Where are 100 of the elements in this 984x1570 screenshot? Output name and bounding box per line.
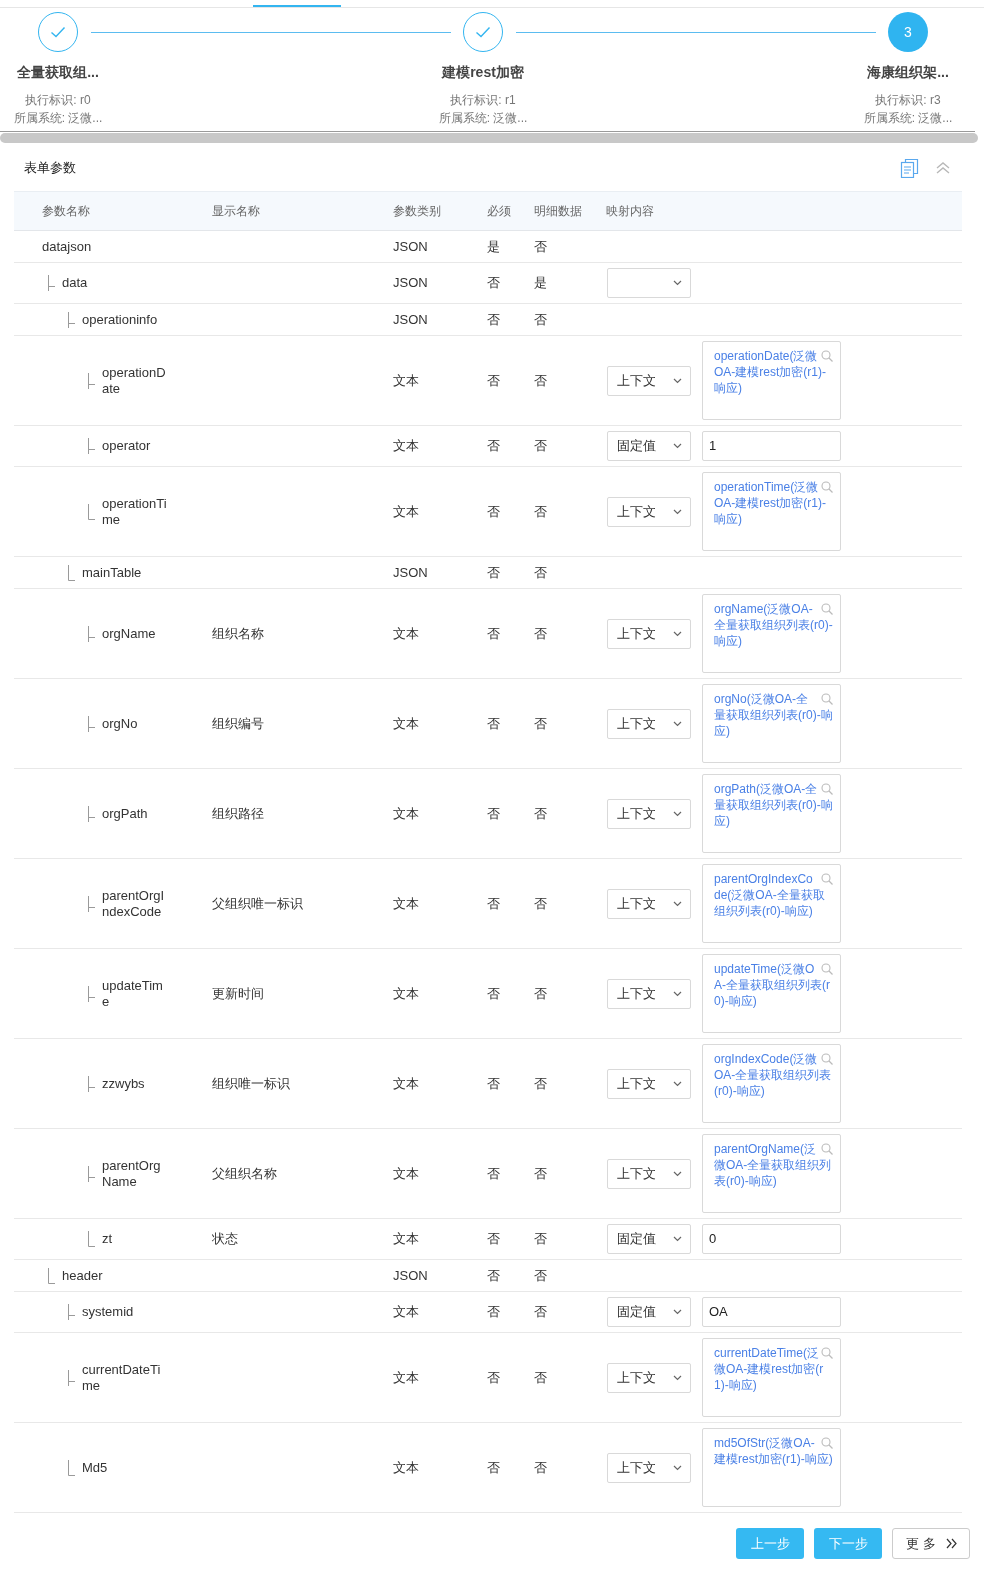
required-text: 否 bbox=[487, 275, 500, 291]
step-title: 建模rest加密 bbox=[442, 63, 524, 82]
detail-data-text: 否 bbox=[534, 372, 547, 389]
source-select[interactable] bbox=[607, 268, 691, 298]
source-select[interactable]: 上下文 bbox=[607, 1362, 691, 1393]
tree-line-icon bbox=[88, 1165, 96, 1182]
search-icon[interactable] bbox=[821, 481, 833, 493]
param-name: zt bbox=[102, 1231, 114, 1247]
param-name: parentOrgIndexCode bbox=[102, 887, 166, 920]
param-type: 文本 bbox=[393, 1304, 419, 1320]
mapping-value-field[interactable]: operationTime(泛微OA-建模rest加密(r1)-响应) bbox=[702, 472, 841, 551]
horizontal-scrollbar[interactable] bbox=[0, 133, 978, 143]
search-icon[interactable] bbox=[821, 603, 833, 615]
caret-icon bbox=[673, 1236, 682, 1242]
param-name: systemid bbox=[82, 1304, 135, 1320]
caret-icon bbox=[673, 810, 682, 817]
mapping-value-field[interactable]: orgNo(泛微OA-全量获取组织列表(r0)-响应) bbox=[702, 684, 841, 763]
required-text: 否 bbox=[487, 372, 500, 389]
source-select[interactable]: 上下文 bbox=[607, 888, 691, 919]
mapping-value-field[interactable]: orgIndexCode(泛微OA-全量获取组织列表(r0)-响应) bbox=[702, 1044, 841, 1123]
mapping-value-field[interactable]: parentOrgIndexCode(泛微OA-全量获取组织列表(r0)-响应) bbox=[702, 864, 841, 943]
mapping-value-field[interactable]: parentOrgName(泛微OA-全量获取组织列表(r0)-响应) bbox=[702, 1134, 841, 1213]
detail-data-text: 否 bbox=[534, 1459, 547, 1476]
caret-icon bbox=[673, 1170, 682, 1177]
tree-line-icon bbox=[48, 275, 56, 291]
caret-icon bbox=[673, 630, 682, 637]
source-select[interactable]: 上下文 bbox=[607, 978, 691, 1009]
caret-icon bbox=[673, 1309, 682, 1315]
value-input[interactable]: OA bbox=[702, 1297, 841, 1327]
param-name: Md5 bbox=[82, 1459, 109, 1476]
search-icon[interactable] bbox=[821, 1053, 833, 1065]
search-icon[interactable] bbox=[821, 783, 833, 795]
param-type: JSON bbox=[393, 311, 428, 328]
system-label: 所属系统: 泛微... bbox=[438, 110, 528, 127]
caret-icon bbox=[673, 900, 682, 907]
value-input[interactable]: 1 bbox=[702, 431, 841, 461]
required-text: 是 bbox=[487, 238, 500, 255]
required-text: 否 bbox=[487, 625, 500, 642]
detail-data-text: 否 bbox=[534, 1267, 547, 1284]
param-name: operationinfo bbox=[82, 311, 159, 328]
source-select[interactable]: 上下文 bbox=[607, 365, 691, 396]
source-select[interactable]: 固定值 bbox=[607, 1224, 691, 1254]
source-select[interactable]: 上下文 bbox=[607, 1452, 691, 1483]
value-input[interactable]: 0 bbox=[702, 1224, 841, 1254]
detail-data-text: 否 bbox=[534, 503, 547, 520]
tree-line-icon bbox=[88, 438, 96, 454]
param-name: orgPath bbox=[102, 805, 149, 822]
step-title: 全量获取组... bbox=[17, 63, 99, 82]
column-header: 必须 bbox=[487, 202, 511, 220]
double-chevron-right-icon bbox=[945, 1538, 957, 1549]
required-text: 否 bbox=[487, 715, 500, 732]
caret-icon bbox=[673, 508, 682, 515]
display-name: 组织编号 bbox=[212, 715, 264, 732]
more-button[interactable]: 更多 bbox=[892, 1528, 970, 1559]
mapping-value-field[interactable]: orgName(泛微OA-全量获取组织列表(r0)-响应) bbox=[702, 594, 841, 673]
search-icon[interactable] bbox=[821, 1437, 833, 1449]
param-type: 文本 bbox=[393, 1369, 419, 1386]
mapping-value-field[interactable]: orgPath(泛微OA-全量获取组织列表(r0)-响应) bbox=[702, 774, 841, 853]
caret-icon bbox=[673, 443, 682, 449]
step-number-circle: 3 bbox=[888, 12, 928, 52]
param-name: operator bbox=[102, 438, 152, 454]
tree-line-icon bbox=[88, 985, 96, 1002]
param-name: orgNo bbox=[102, 715, 139, 732]
detail-data-text: 否 bbox=[534, 1304, 547, 1320]
tree-line-icon bbox=[88, 805, 96, 822]
source-select[interactable]: 固定值 bbox=[607, 1297, 691, 1327]
param-name: mainTable bbox=[82, 564, 143, 581]
source-select[interactable]: 上下文 bbox=[607, 496, 691, 527]
search-icon[interactable] bbox=[821, 1347, 833, 1359]
detail-data-text: 否 bbox=[534, 625, 547, 642]
source-select[interactable]: 上下文 bbox=[607, 618, 691, 649]
mapping-value-field[interactable]: operationDate(泛微OA-建模rest加密(r1)-响应) bbox=[702, 341, 841, 420]
search-icon[interactable] bbox=[821, 873, 833, 885]
required-text: 否 bbox=[487, 1304, 500, 1320]
required-text: 否 bbox=[487, 1165, 500, 1182]
copy-icon[interactable] bbox=[900, 158, 919, 178]
double-chevron-up-icon[interactable] bbox=[936, 162, 950, 174]
mapping-value-field[interactable]: currentDateTime(泛微OA-建模rest加密(r1)-响应) bbox=[702, 1338, 841, 1417]
source-select[interactable]: 上下文 bbox=[607, 1158, 691, 1189]
caret-icon bbox=[673, 1080, 682, 1087]
source-select[interactable]: 固定值 bbox=[607, 431, 691, 461]
source-select[interactable]: 上下文 bbox=[607, 1068, 691, 1099]
tree-line-icon bbox=[68, 564, 76, 581]
source-select[interactable]: 上下文 bbox=[607, 708, 691, 739]
mapping-value-field[interactable]: updateTime(泛微OA-全量获取组织列表(r0)-响应) bbox=[702, 954, 841, 1033]
step-title: 海康组织架... bbox=[867, 63, 949, 82]
search-icon[interactable] bbox=[821, 350, 833, 362]
detail-data-text: 否 bbox=[534, 715, 547, 732]
mapping-value-field[interactable]: md5OfStr(泛微OA-建模rest加密(r1)-响应) bbox=[702, 1428, 841, 1507]
source-select[interactable]: 上下文 bbox=[607, 798, 691, 829]
system-label: 所属系统: 泛微... bbox=[863, 110, 953, 127]
param-type: 文本 bbox=[393, 372, 419, 389]
search-icon[interactable] bbox=[821, 693, 833, 705]
search-icon[interactable] bbox=[821, 1143, 833, 1155]
caret-icon bbox=[673, 377, 682, 384]
display-name: 父组织名称 bbox=[212, 1165, 277, 1182]
column-header: 参数名称 bbox=[42, 202, 90, 220]
search-icon[interactable] bbox=[821, 963, 833, 975]
column-header: 映射内容 bbox=[606, 202, 654, 220]
param-name: parentOrgName bbox=[102, 1157, 162, 1190]
